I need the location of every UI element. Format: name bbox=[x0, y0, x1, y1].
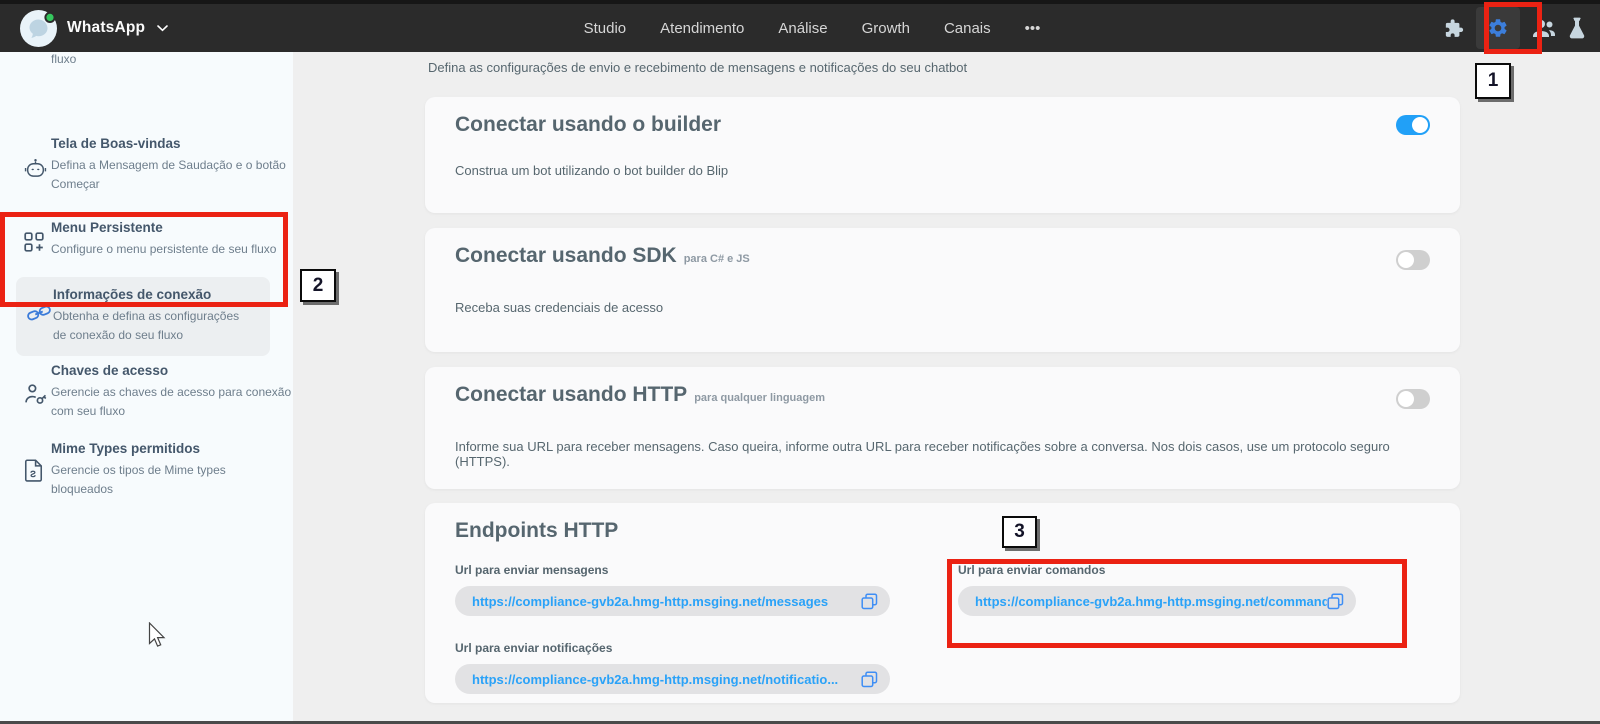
copy-icon[interactable] bbox=[861, 671, 878, 688]
sidebar-item-description: Obtenha e defina as configurações de con… bbox=[53, 307, 251, 344]
settings-sidebar: fluxo Tela de Boas-vindas Defina a Mensa… bbox=[0, 52, 293, 721]
sdk-toggle[interactable] bbox=[1396, 250, 1430, 270]
flask-icon[interactable] bbox=[1568, 17, 1586, 39]
page: WhatsApp Studio Atendimento Análise Grow… bbox=[0, 0, 1600, 724]
sidebar-item-title: Tela de Boas-vindas bbox=[51, 136, 293, 151]
bot-selector[interactable]: WhatsApp bbox=[20, 8, 168, 48]
card-description: Receba suas credenciais de acesso bbox=[455, 300, 663, 315]
field-label: Url para enviar notificações bbox=[455, 641, 890, 655]
page-description: Defina as configurações de envio e receb… bbox=[428, 60, 967, 75]
sidebar-item-mime-types-permitidos[interactable]: Mime Types permitidos Gerencie os tipos … bbox=[0, 441, 293, 498]
toggle-knob bbox=[1398, 391, 1414, 407]
card-conectar-usando-sdk: Conectar usando SDK para C# e JS Receba s… bbox=[425, 228, 1460, 352]
nav-item-analise[interactable]: Análise bbox=[778, 20, 827, 37]
sidebar-item-description: Gerencie os tipos de Mime types bloquead… bbox=[51, 461, 237, 498]
sidebar-item-chaves-de-acesso[interactable]: Chaves de acesso Gerencie as chaves de a… bbox=[0, 363, 293, 420]
sidebar-item-title: Chaves de acesso bbox=[51, 363, 293, 378]
card-description: Informe sua URL para receber mensagens. … bbox=[455, 439, 1430, 469]
card-description: Construa um bot utilizando o bot builder… bbox=[455, 163, 728, 178]
top-navbar: WhatsApp Studio Atendimento Análise Grow… bbox=[0, 0, 1600, 52]
card-title-text: Conectar usando o builder bbox=[455, 113, 721, 136]
nav-item-more[interactable]: ••• bbox=[1025, 20, 1041, 37]
sidebar-item-description: Gerencie as chaves de acesso para conexã… bbox=[51, 383, 293, 420]
window-top-strip bbox=[0, 0, 1600, 4]
nav-item-atendimento[interactable]: Atendimento bbox=[660, 20, 744, 37]
card-title: Conectar usando SDK para C# e JS bbox=[455, 244, 750, 268]
messages-url-link[interactable]: https://compliance-gvb2a.hmg-http.msging… bbox=[472, 594, 828, 609]
robot-icon bbox=[24, 158, 47, 184]
puzzle-icon[interactable] bbox=[1443, 18, 1464, 39]
card-conectar-usando-builder: Conectar usando o builder Construa um bo… bbox=[425, 97, 1460, 213]
url-para-enviar-notificacoes-field: Url para enviar notificações https://com… bbox=[455, 641, 890, 694]
mime-file-icon bbox=[24, 459, 43, 487]
chevron-down-icon bbox=[157, 25, 168, 32]
url-pill: https://compliance-gvb2a.hmg-http.msging… bbox=[455, 664, 890, 694]
annotation-label-2: 2 bbox=[300, 269, 336, 302]
access-key-icon bbox=[24, 383, 47, 411]
sidebar-item-tela-de-boas-vindas[interactable]: Tela de Boas-vindas Defina a Mensagem de… bbox=[0, 136, 293, 193]
card-conectar-usando-http: Conectar usando HTTP para qualquer lingua… bbox=[425, 367, 1460, 489]
toggle-knob bbox=[1412, 117, 1428, 133]
bot-avatar bbox=[20, 10, 57, 47]
scrolled-text-fragment: fluxo bbox=[51, 52, 76, 66]
sidebar-item-title: Mime Types permitidos bbox=[51, 441, 293, 456]
card-title: Conectar usando HTTP para qualquer lingua… bbox=[455, 383, 825, 407]
mouse-cursor bbox=[148, 622, 168, 653]
card-title-suffix: para qualquer linguagem bbox=[694, 392, 825, 404]
annotation-box-1 bbox=[1484, 2, 1542, 54]
card-title-text: Conectar usando SDK bbox=[455, 244, 677, 267]
bot-name: WhatsApp bbox=[67, 19, 145, 37]
url-pill: https://compliance-gvb2a.hmg-http.msging… bbox=[455, 586, 890, 616]
notifications-url-link[interactable]: https://compliance-gvb2a.hmg-http.msging… bbox=[472, 672, 838, 687]
toggle-knob bbox=[1398, 252, 1414, 268]
main-menu: Studio Atendimento Análise Growth Canais… bbox=[584, 4, 1041, 52]
card-title-suffix: para C# e JS bbox=[684, 253, 750, 265]
nav-item-studio[interactable]: Studio bbox=[584, 20, 627, 37]
card-title-text: Conectar usando HTTP bbox=[455, 383, 687, 406]
url-para-enviar-mensagens-field: Url para enviar mensagens https://compli… bbox=[455, 563, 890, 616]
http-toggle[interactable] bbox=[1396, 389, 1430, 409]
copy-icon[interactable] bbox=[861, 593, 878, 610]
annotation-label-1: 1 bbox=[1475, 63, 1511, 99]
nav-item-growth[interactable]: Growth bbox=[862, 20, 910, 37]
card-title: Conectar usando o builder bbox=[455, 113, 721, 137]
annotation-box-2 bbox=[0, 212, 288, 307]
field-label: Url para enviar mensagens bbox=[455, 563, 890, 577]
sidebar-item-description: Defina a Mensagem de Saudação e o botão … bbox=[51, 156, 287, 193]
nav-item-canais[interactable]: Canais bbox=[944, 20, 991, 37]
builder-toggle[interactable] bbox=[1396, 115, 1430, 135]
annotation-label-3: 3 bbox=[1002, 516, 1037, 548]
card-title: Endpoints HTTP bbox=[455, 519, 618, 543]
annotation-box-3 bbox=[947, 559, 1407, 648]
